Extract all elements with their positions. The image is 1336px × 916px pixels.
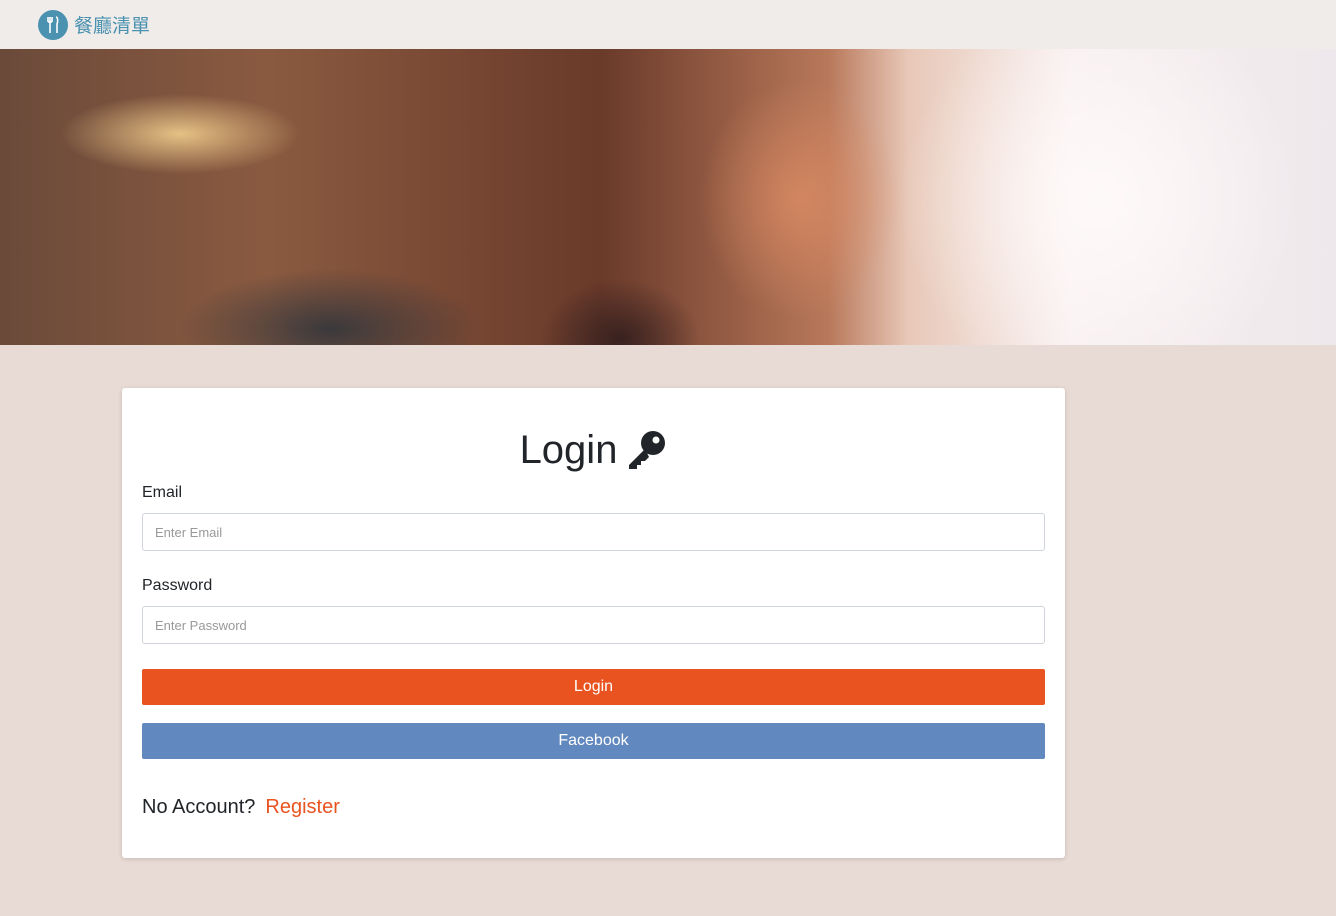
login-title-text: Login bbox=[519, 427, 618, 472]
facebook-login-button[interactable]: Facebook bbox=[142, 723, 1045, 759]
email-label: Email bbox=[142, 484, 183, 501]
login-card: Login Email Password Login Facebook No A… bbox=[122, 388, 1065, 858]
navbar: 餐廳清單 bbox=[0, 0, 1336, 49]
brand-name[interactable]: 餐廳清單 bbox=[74, 11, 150, 38]
login-title: Login bbox=[142, 426, 1045, 474]
register-prompt: No Account? Register bbox=[142, 796, 1045, 819]
password-input[interactable] bbox=[142, 606, 1045, 644]
email-input[interactable] bbox=[142, 513, 1045, 551]
password-label: Password bbox=[142, 577, 213, 594]
utensils-icon[interactable] bbox=[38, 9, 68, 40]
login-button[interactable]: Login bbox=[142, 669, 1045, 705]
hero-banner-image bbox=[0, 49, 1336, 345]
no-account-text: No Account? bbox=[142, 796, 256, 818]
register-link[interactable]: Register bbox=[265, 796, 339, 818]
key-icon bbox=[629, 431, 666, 469]
